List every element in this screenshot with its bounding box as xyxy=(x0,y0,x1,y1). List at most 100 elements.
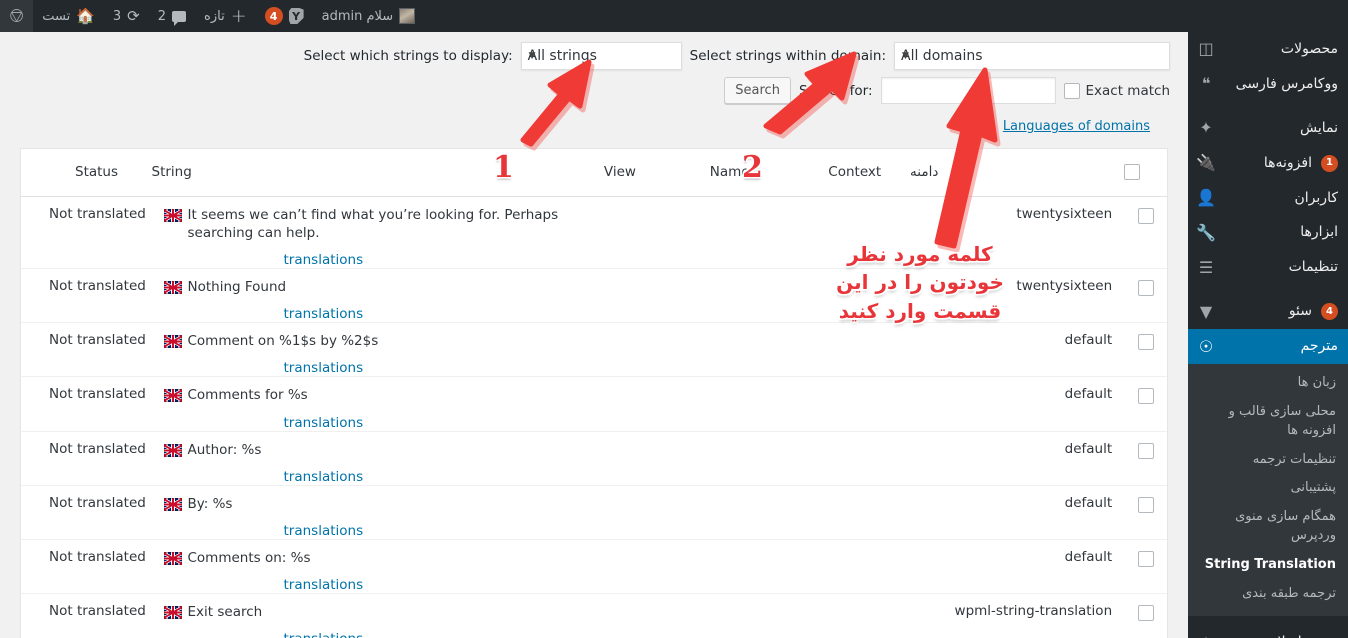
cell-string: Author: %s translations xyxy=(151,431,590,486)
column-header-select-all xyxy=(1124,149,1167,197)
yoast-seo-icon: ▼ xyxy=(1199,301,1213,321)
plus-icon: + xyxy=(230,4,247,27)
row-checkbox[interactable] xyxy=(1137,279,1154,296)
adminbar-my-account[interactable]: سلام admin xyxy=(313,0,425,32)
column-header-status[interactable]: Status xyxy=(21,149,152,197)
adminbar-new-content[interactable]: + تازه xyxy=(195,0,256,32)
row-checkbox[interactable] xyxy=(1137,496,1154,513)
domain-text: default xyxy=(1064,440,1113,457)
sidebar-item-label: مستر اسلایدر xyxy=(1225,633,1338,638)
translations-link[interactable]: translations xyxy=(284,523,364,539)
adminbar-updates[interactable]: ⟳ 3 xyxy=(104,0,149,32)
translations-link[interactable]: translations xyxy=(284,631,364,638)
translations-link[interactable]: translations xyxy=(284,469,364,485)
adminbar-yoast-seo[interactable]: 4 xyxy=(256,0,313,32)
cell-status: Not translated xyxy=(21,539,152,595)
translations-link[interactable]: translations xyxy=(284,360,364,376)
column-header-domain[interactable]: دامنه xyxy=(910,149,1125,197)
sidebar-item-users[interactable]: 👤 کاربران xyxy=(1188,181,1348,216)
string-text: Exit search xyxy=(187,604,263,621)
plugins-plug-icon: 🔌 xyxy=(1196,153,1216,173)
row-checkbox[interactable] xyxy=(1137,551,1154,568)
sidebar-item-wpml-translator[interactable]: ☉ مترجم xyxy=(1188,329,1348,365)
update-icon: ⟳ xyxy=(127,6,140,25)
adminbar-site-name[interactable]: 🏠 تست xyxy=(33,0,104,32)
cell-status: Not translated xyxy=(21,322,152,378)
menu-separator xyxy=(1188,285,1348,294)
string-text: By: %s xyxy=(187,495,233,512)
row-checkbox[interactable] xyxy=(1137,442,1154,459)
string-text: Nothing Found xyxy=(187,278,287,295)
string-text: Author: %s xyxy=(187,441,262,458)
wordpress-logo-icon: ⎊ xyxy=(9,4,25,27)
search-input[interactable] xyxy=(880,77,1056,104)
submenu-item-string-translation[interactable]: String Translation xyxy=(1188,551,1348,580)
adminbar-update-count: 3 xyxy=(112,8,122,24)
row-checkbox[interactable] xyxy=(1137,207,1154,224)
submenu-item-languages[interactable]: زبان ها xyxy=(1188,369,1348,398)
cell-status: Not translated xyxy=(21,376,152,432)
adminbar-wordpress-logo[interactable]: ⎊ xyxy=(0,0,34,32)
sidebar-item-settings[interactable]: ☰ تنظیمات xyxy=(1188,250,1348,285)
submenu-item-wp-menu-sync[interactable]: همگام سازی منوی وردپرس xyxy=(1188,503,1348,551)
cell-context xyxy=(818,268,911,324)
adminbar-comments[interactable]: 2 xyxy=(149,0,195,32)
table-header-row: Status String View Name Context دامنه xyxy=(21,149,1167,197)
sidebar-item-tools[interactable]: 🔧 ابزارها xyxy=(1188,215,1348,250)
languages-of-domains-link[interactable]: Languages of domains xyxy=(1003,119,1150,134)
cell-status: Not translated xyxy=(21,593,152,638)
cell-view xyxy=(589,196,688,269)
column-header-context[interactable]: Context xyxy=(818,149,911,197)
uk-flag-icon xyxy=(163,606,182,620)
display-filter-value: All strings xyxy=(527,48,597,64)
submenu-item-taxonomy-translation[interactable]: ترجمه طبقه بندی xyxy=(1188,580,1348,609)
sidebar-item-count: 4 xyxy=(1321,303,1338,321)
uk-flag-icon xyxy=(163,208,182,222)
row-checkbox[interactable] xyxy=(1137,334,1154,351)
sidebar-item-woocommerce-fa[interactable]: ❝ ووکامرس فارسی xyxy=(1188,67,1348,102)
translations-link[interactable]: translations xyxy=(284,252,364,268)
column-header-view[interactable]: View xyxy=(589,149,688,197)
uk-flag-icon xyxy=(163,443,182,457)
exact-match-label: Exact match xyxy=(1085,82,1171,99)
row-checkbox[interactable] xyxy=(1137,388,1154,405)
translations-link[interactable]: translations xyxy=(284,577,364,593)
sidebar-item-plugins[interactable]: 🔌 افزونه‌ها 1 xyxy=(1188,146,1348,181)
submenu-item-translation-settings[interactable]: تنظیمات ترجمه xyxy=(1188,446,1348,475)
sidebar-item-masterslider[interactable]: △ مستر اسلایدر xyxy=(1188,625,1348,638)
sidebar-item-products[interactable]: ◫ محصولات xyxy=(1188,32,1348,67)
comment-icon xyxy=(172,10,187,26)
display-filter-select[interactable]: ▼ All strings xyxy=(520,42,682,70)
filters-panel: Select which strings to display: ▼ All s… xyxy=(0,32,1188,134)
exact-match-checkbox[interactable] xyxy=(1063,82,1080,99)
translations-link[interactable]: translations xyxy=(284,306,364,322)
submenu-item-support[interactable]: پشتیبانی xyxy=(1188,474,1348,503)
adminbar-comment-count: 2 xyxy=(157,8,167,24)
table-row: Not translated Comments for %s translation… xyxy=(21,376,1167,432)
cell-select xyxy=(1124,539,1167,595)
submenu-item-theme-plugin-localization[interactable]: محلی سازی قالب و افزونه ها xyxy=(1188,398,1348,446)
cell-select xyxy=(1124,196,1167,269)
table-head: Status String View Name Context دامنه xyxy=(21,149,1167,197)
column-header-name[interactable]: Name xyxy=(687,149,819,197)
translations-link[interactable]: translations xyxy=(284,415,364,431)
sidebar-item-label: ووکامرس فارسی xyxy=(1235,75,1338,92)
strings-table: Status String View Name Context دامنه No… xyxy=(21,149,1167,638)
sidebar-item-appearance[interactable]: ✦ نمایش xyxy=(1188,111,1348,146)
cell-string: By: %s translations xyxy=(151,485,590,541)
domain-filter-select[interactable]: ▼ All domains xyxy=(894,42,1170,70)
cell-context xyxy=(818,322,911,378)
uk-flag-icon xyxy=(163,335,182,349)
cell-domain: twentysixteen xyxy=(910,196,1125,269)
cell-status: Not translated xyxy=(21,268,152,324)
sidebar-item-seo[interactable]: ▼ سئو 4 xyxy=(1188,294,1348,329)
row-checkbox[interactable] xyxy=(1137,605,1154,622)
search-button[interactable]: Search xyxy=(724,77,791,104)
woocommerce-fa-icon: ❝ xyxy=(1201,74,1211,94)
cell-status: Not translated xyxy=(21,196,152,269)
select-all-checkbox[interactable] xyxy=(1124,164,1141,181)
admin-bar: ⎊ 🏠 تست ⟳ 3 2 + تازه 4 سلام admin xyxy=(0,0,1348,32)
column-header-string[interactable]: String xyxy=(151,149,590,197)
exact-match-group[interactable]: Exact match xyxy=(1063,82,1171,99)
domain-text: default xyxy=(1064,494,1113,511)
